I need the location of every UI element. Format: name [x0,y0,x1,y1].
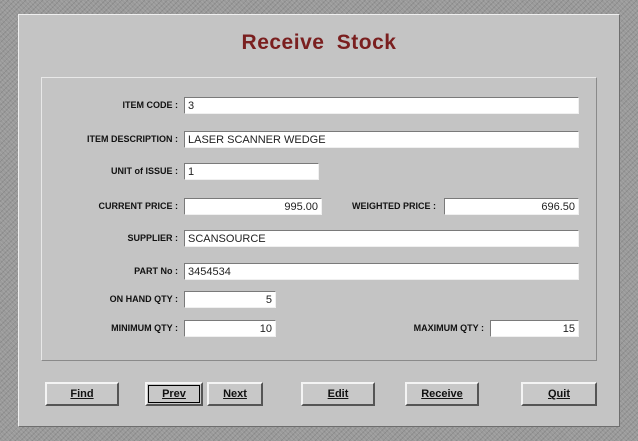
receive-button-label: Receive [421,388,463,400]
weighted-price-field[interactable]: 696.50 [444,198,579,215]
supplier-field[interactable]: SCANSOURCE [184,230,579,247]
part-no-label: PART No : [134,266,178,276]
stock-details-panel: ITEM CODE : 3 ITEM DESCRIPTION : LASER S… [41,77,597,361]
unit-of-issue-field[interactable]: 1 [184,163,319,180]
prev-button[interactable]: Prev [145,382,203,406]
supplier-label: SUPPLIER : [127,233,178,243]
maximum-qty-field[interactable]: 15 [490,320,579,337]
next-button[interactable]: Next [207,382,263,406]
receive-stock-window: Receive Stock ITEM CODE : 3 ITEM DESCRIP… [18,14,620,427]
weighted-price-label: WEIGHTED PRICE : [351,201,436,211]
current-price-label: CURRENT PRICE : [98,201,178,211]
find-button[interactable]: Find [45,382,119,406]
part-no-field[interactable]: 3454534 [184,263,579,280]
item-code-field[interactable]: 3 [184,97,579,114]
page-title: Receive Stock [241,31,397,54]
on-hand-qty-field[interactable]: 5 [184,291,276,308]
unit-of-issue-label: UNIT of ISSUE : [111,166,178,176]
current-price-field[interactable]: 995.00 [184,198,322,215]
next-button-label: Next [223,388,247,400]
edit-button[interactable]: Edit [301,382,375,406]
quit-button-label: Quit [548,388,570,400]
item-code-label: ITEM CODE : [122,100,179,110]
minimum-qty-field[interactable]: 10 [184,320,276,337]
find-button-label: Find [70,388,94,400]
quit-button[interactable]: Quit [521,382,597,406]
on-hand-qty-label: ON HAND QTY : [109,294,178,304]
maximum-qty-label: MAXIMUM QTY : [413,323,484,333]
item-description-field[interactable]: LASER SCANNER WEDGE [184,131,579,148]
edit-button-label: Edit [327,388,349,400]
item-description-label: ITEM DESCRIPTION : [86,134,178,144]
minimum-qty-label: MINIMUM QTY : [111,323,178,333]
prev-button-label: Prev [162,388,186,400]
receive-button[interactable]: Receive [405,382,479,406]
